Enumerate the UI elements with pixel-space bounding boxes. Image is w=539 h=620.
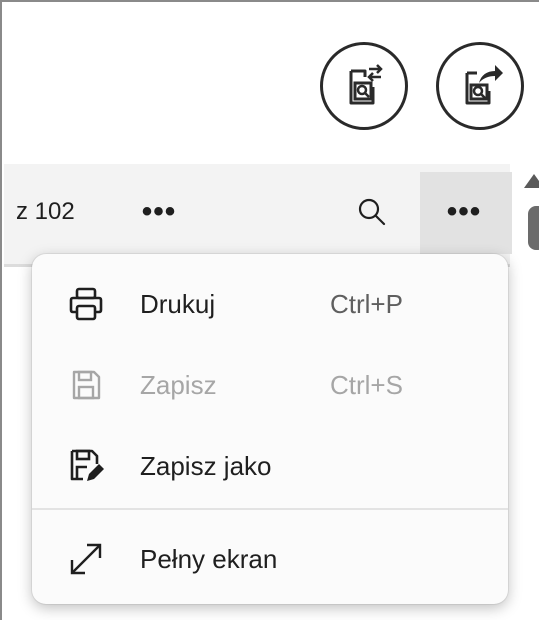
dropdown-menu: Drukuj Ctrl+P Zapisz Ctrl+S Zapisz jako …: [32, 254, 508, 604]
menu-divider: [32, 508, 508, 510]
save-icon: [66, 365, 106, 405]
menu-item-print[interactable]: Drukuj Ctrl+P: [32, 269, 508, 339]
menu-item-shortcut: Ctrl+S: [330, 369, 403, 400]
menu-item-save[interactable]: Zapisz Ctrl+S: [32, 350, 508, 420]
scrollbar-thumb[interactable]: [528, 206, 539, 250]
app-window: z 102 ••• ••• Drukuj Ctrl+P Zapisz Ctrl+…: [0, 0, 539, 620]
search-button[interactable]: [350, 190, 394, 234]
save-as-icon: [66, 446, 106, 486]
settings-more-button[interactable]: •••: [440, 190, 488, 234]
menu-item-label: Zapisz: [140, 369, 217, 400]
document-share-icon: [465, 65, 503, 105]
menu-item-label: Zapisz jako: [140, 450, 272, 481]
menu-item-label: Pełny ekran: [140, 543, 278, 574]
compare-document-button[interactable]: [320, 42, 408, 130]
share-document-button[interactable]: [436, 42, 524, 130]
scroll-up-arrow-icon[interactable]: [524, 174, 539, 188]
menu-item-shortcut: Ctrl+P: [330, 288, 403, 319]
printer-icon: [66, 284, 106, 324]
document-compare-icon: [349, 64, 383, 105]
page-count-label: z 102: [16, 198, 75, 225]
fullscreen-icon: [66, 539, 106, 579]
search-icon: [358, 198, 386, 226]
menu-item-label: Drukuj: [140, 288, 216, 319]
more-options-button[interactable]: •••: [135, 190, 183, 234]
menu-item-save-as[interactable]: Zapisz jako: [32, 431, 508, 501]
menu-item-fullscreen[interactable]: Pełny ekran: [32, 524, 508, 594]
